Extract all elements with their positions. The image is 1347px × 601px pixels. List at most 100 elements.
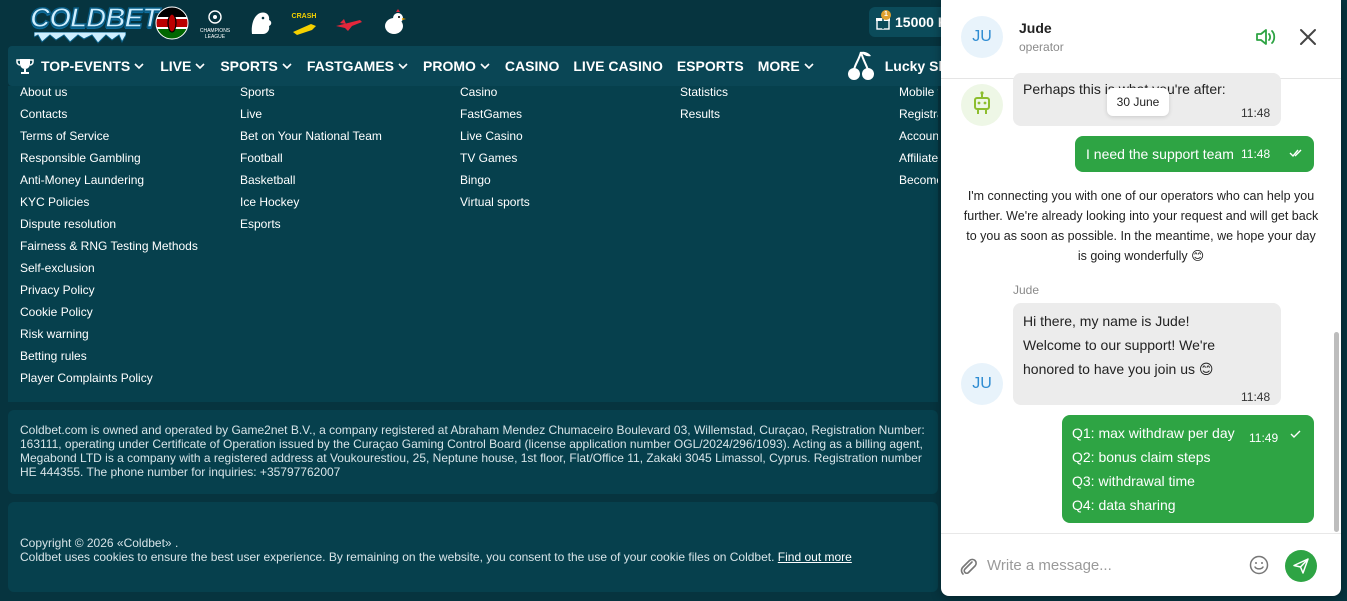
footer-link[interactable]: Dispute resolution <box>20 217 198 239</box>
check-icon <box>1290 430 1301 438</box>
chicken-game-icon[interactable] <box>377 6 411 40</box>
cherry-icon <box>847 51 874 80</box>
emoji-icon[interactable] <box>1249 555 1269 575</box>
footer-link[interactable]: Esports <box>240 217 382 239</box>
footer-link[interactable]: Responsible Gambling <box>20 151 198 173</box>
nav-esports[interactable]: ESPORTS <box>677 58 744 74</box>
footer-link[interactable]: Mobile v <box>899 85 938 107</box>
nav-promo[interactable]: PROMO <box>423 58 491 74</box>
operator-avatar: JU <box>961 363 1003 405</box>
message-text: Q1: max withdraw per day Q2: bonus claim… <box>1072 425 1235 513</box>
close-icon[interactable] <box>1296 25 1320 49</box>
copyright-block: Copyright © 2026 «Coldbet» . Coldbet use… <box>8 502 938 592</box>
footer-link[interactable]: Live Casino <box>460 129 530 151</box>
chevron-down-icon <box>480 63 490 70</box>
message-time: 11:49 <box>1249 431 1279 445</box>
footer-link[interactable]: Basketball <box>240 173 382 195</box>
send-icon <box>1293 558 1309 574</box>
message-time: 11:48 <box>1241 147 1271 161</box>
footer-link[interactable]: Self-exclusion <box>20 261 198 283</box>
kenya-flag-icon[interactable] <box>155 6 189 40</box>
nav-casino[interactable]: CASINO <box>505 58 559 74</box>
nav-sports-label: SPORTS <box>220 58 278 74</box>
nav-more[interactable]: MORE <box>758 58 815 74</box>
footer-link[interactable]: Betting rules <box>20 349 198 371</box>
logo-icicles-icon <box>34 32 126 44</box>
footer-link[interactable]: Contacts <box>20 107 198 129</box>
sound-icon[interactable] <box>1254 25 1278 49</box>
nav-sports[interactable]: SPORTS <box>220 58 293 74</box>
cookie-text: Coldbet uses cookies to ensure the best … <box>20 550 775 564</box>
footer-link[interactable]: Football <box>240 151 382 173</box>
chevron-down-icon <box>398 63 408 70</box>
logo-text: COLDBET <box>29 1 160 34</box>
message-text: Hi there, my name is Jude! Welcome to ou… <box>1023 313 1216 377</box>
nav-more-label: MORE <box>757 58 800 74</box>
footer-col-apps: Mobile v Registra Accoun Affiliate Becom… <box>899 85 938 195</box>
chat-messages[interactable]: Perhaps this is what you're after: 11:48… <box>941 73 1341 533</box>
nav-live-casino[interactable]: LIVE CASINO <box>573 58 662 74</box>
footer-link[interactable]: Registra <box>899 107 938 129</box>
find-out-more-link[interactable]: Find out more <box>778 550 852 564</box>
footer-link[interactable]: Cookie Policy <box>20 305 198 327</box>
champions-league-icon[interactable]: CHAMPIONS LEAGUE <box>198 6 232 40</box>
footer-link[interactable]: About us <box>20 85 198 107</box>
send-button[interactable] <box>1285 550 1317 582</box>
footer-link[interactable]: Sports <box>240 85 382 107</box>
date-separator: 30 June <box>1107 88 1169 116</box>
footer-link[interactable]: KYC Policies <box>20 195 198 217</box>
nav-live-label: LIVE <box>160 58 192 74</box>
system-message: I'm connecting you with one of our opera… <box>963 189 1319 263</box>
message-bubble-operator: Hi there, my name is Jude! Welcome to ou… <box>1013 303 1281 405</box>
message-bubble-user: Q1: max withdraw per day Q2: bonus claim… <box>1062 415 1314 523</box>
footer-col-info: About us Contacts Terms of Service Respo… <box>20 85 198 393</box>
footer-link[interactable]: Anti-Money Laundering <box>20 173 198 195</box>
footer-link[interactable]: Terms of Service <box>20 129 198 151</box>
footer-link[interactable]: Risk warning <box>20 327 198 349</box>
footer-link[interactable]: Bingo <box>460 173 530 195</box>
svg-text:LEAGUE: LEAGUE <box>205 34 226 40</box>
crash-game-icon[interactable]: CRASH <box>287 6 321 40</box>
footer-link[interactable]: Affiliate <box>899 151 938 173</box>
footer-link[interactable]: Privacy Policy <box>20 283 198 305</box>
chevron-down-icon <box>134 63 144 70</box>
nav-top-events[interactable]: TOP-EVENTS <box>16 58 145 74</box>
message-bubble-user: I need the support team 11:48 <box>1075 136 1314 172</box>
footer-link[interactable]: Live <box>240 107 382 129</box>
footer-link[interactable]: Virtual sports <box>460 195 530 217</box>
message-time: 11:48 <box>1241 106 1271 120</box>
footer-link[interactable]: Player Complaints Policy <box>20 371 198 393</box>
footer-links: About us Contacts Terms of Service Respo… <box>8 85 938 402</box>
footer-link[interactable]: Become <box>899 173 938 195</box>
footer-link[interactable]: FastGames <box>460 107 530 129</box>
footer-link[interactable]: Ice Hockey <box>240 195 382 217</box>
nav-promo-label: PROMO <box>423 58 476 74</box>
support-chat-panel: JU Jude operator Perhaps this is what yo… <box>941 0 1341 596</box>
nav-fastgames[interactable]: FASTGAMES <box>307 58 409 74</box>
svg-text:CRASH: CRASH <box>292 13 317 20</box>
footer-link[interactable]: Statistics <box>680 85 728 107</box>
message-text: I need the support team <box>1086 146 1234 162</box>
chat-header: JU Jude operator <box>941 0 1341 79</box>
paperclip-icon[interactable] <box>958 556 978 576</box>
footer-link[interactable]: TV Games <box>460 151 530 173</box>
footer-link[interactable]: Results <box>680 107 728 129</box>
premier-league-icon[interactable] <box>243 6 277 40</box>
coldbet-logo[interactable]: COLDBET <box>29 1 160 44</box>
main-nav: TOP-EVENTS LIVE SPORTS FASTGAMES PROMO C… <box>8 46 956 86</box>
trophy-icon <box>16 59 34 74</box>
message-input[interactable] <box>987 552 1237 578</box>
aviator-icon[interactable] <box>332 6 366 40</box>
footer-link[interactable]: Bet on Your National Team <box>240 129 382 151</box>
chevron-down-icon <box>804 63 814 70</box>
nav-live[interactable]: LIVE <box>160 58 206 74</box>
copyright-text: Copyright © 2026 «Coldbet» . <box>20 536 179 550</box>
footer-link[interactable]: Accoun <box>899 129 938 151</box>
footer-link[interactable]: Fairness & RNG Testing Methods <box>20 239 198 261</box>
nav-top-events-label: TOP-EVENTS <box>41 58 131 74</box>
operator-name: Jude <box>1019 20 1052 36</box>
footer-link[interactable]: Casino <box>460 85 530 107</box>
nav-lucky-slot[interactable]: Lucky Slot <box>847 50 956 82</box>
bonus-count-badge: 1 <box>881 10 891 20</box>
chat-scrollbar[interactable] <box>1334 332 1339 532</box>
